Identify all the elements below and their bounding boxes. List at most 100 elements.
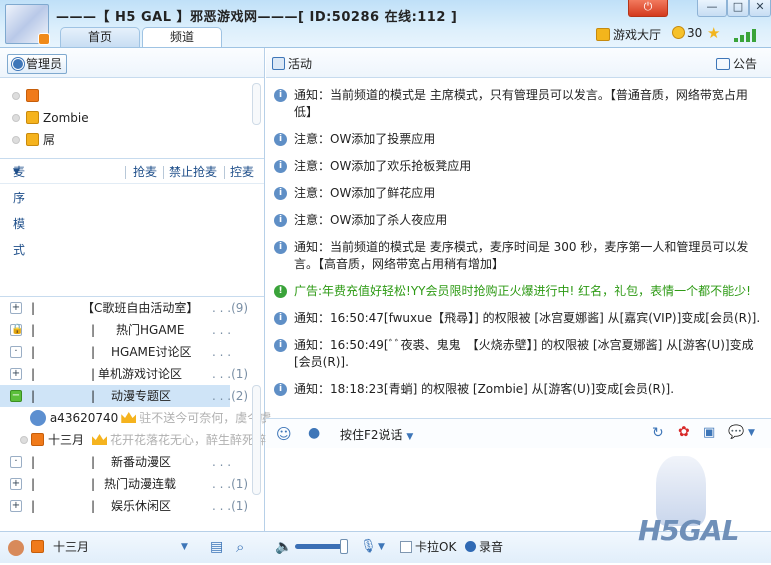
chevron-down-icon[interactable]: ▼	[378, 532, 385, 564]
channel-scrollbar[interactable]	[252, 385, 261, 495]
activity-button[interactable]: 活动	[272, 55, 312, 72]
message-text: 通知：16:50:49[ﾞﾞ夜裘、鬼鬼 【火烧赤壁】] 的权限被 [冰宫夏娜酱]…	[294, 338, 754, 369]
game-lobby-icon	[596, 28, 610, 41]
current-user-name: 十三月	[53, 540, 90, 554]
game-lobby-button[interactable]: 游戏大厅	[596, 26, 661, 43]
status-dot-icon	[12, 92, 20, 100]
notes-icon[interactable]: ▤	[210, 532, 223, 564]
channel-item[interactable]: 🔒 | | 热门HGAME . . .	[0, 319, 255, 341]
status-badge[interactable]	[38, 33, 50, 45]
channel-name: 单机游戏讨论区	[98, 367, 183, 381]
info-icon: i	[274, 133, 287, 146]
channel-item[interactable]: + | 【C歌班自由活动室】 . . .(9)	[0, 297, 255, 319]
user-rank-icon	[26, 133, 39, 146]
channel-tree: + | 【C歌班自由活动室】 . . .(9) 🔒 | | 热门HGAME . . . · | |…	[0, 296, 271, 531]
channel-name: 热门HGAME	[116, 323, 185, 337]
left-pane: 管理员 Zombie 屌 麦序模式 ▼ 抢麦 禁止抢麦 控麦 + | 【C歌班自由活…	[0, 48, 271, 531]
tree-line: |	[31, 455, 36, 469]
speaker-icon[interactable]: 🔈	[275, 532, 292, 564]
volume-knob[interactable]	[340, 539, 348, 554]
expand-icon[interactable]: +	[10, 302, 22, 314]
admin-item[interactable]: 屌	[12, 131, 55, 149]
tree-line: |	[91, 499, 96, 513]
checkbox-box[interactable]	[400, 541, 412, 553]
user-name: a43620740	[49, 411, 119, 425]
coin-counter[interactable]: 30	[672, 26, 702, 40]
announcement-button[interactable]: 公告	[716, 55, 757, 72]
volume-slider[interactable]	[295, 544, 345, 549]
chevron-down-icon[interactable]: ▼	[748, 428, 755, 438]
channel-item[interactable]: · | | HGAME讨论区 . . .	[0, 341, 255, 363]
tree-line: |	[91, 389, 96, 403]
message-text: 通知：当前频道的模式是 主席模式，只有管理员可以发言。【普通音质，网络带宽占用低…	[294, 88, 748, 119]
tab-home[interactable]: 首页	[60, 27, 140, 47]
message-text: 注意：OW添加了投票应用	[294, 132, 436, 146]
speak-mode-label: 按住F2说话	[340, 428, 403, 442]
info-icon: i	[274, 187, 287, 200]
channel-item[interactable]: + | | 单机游戏讨论区. . .(1)	[0, 363, 255, 385]
user-rank-icon	[31, 433, 44, 446]
message-text: 注意：OW添加了鲜花应用	[294, 186, 436, 200]
message-toolbar: ☺ ● 按住F2说话 ▼ ↻ ✿ ▣ 💬 ▼	[266, 418, 771, 448]
title-bar: ———【 H5 GAL 】邪恶游戏网———[ ID:50286 在线:112 ]…	[0, 0, 771, 48]
expand-icon[interactable]: +	[10, 368, 22, 380]
channel-count: . . .	[212, 455, 232, 469]
lock-icon[interactable]: 🔒	[10, 324, 23, 336]
user-avatar[interactable]	[5, 4, 50, 45]
forbid-grab-mic-button[interactable]: 禁止抢麦	[169, 159, 217, 185]
collapse-icon[interactable]: −	[10, 390, 22, 402]
flower-icon[interactable]: ✿	[678, 424, 690, 440]
tree-line: |	[31, 301, 36, 315]
expand-icon[interactable]: ·	[10, 456, 22, 468]
emoji-icon[interactable]: ☺	[276, 425, 292, 443]
admin-button[interactable]: 管理员	[7, 54, 68, 74]
channel-item[interactable]: + | | 热门动漫连载 . . .(1)	[0, 473, 255, 495]
grab-mic-button[interactable]: 抢麦	[133, 159, 157, 185]
channel-user[interactable]: 十三月 花开花落花无心，醉生醉死醉	[20, 429, 266, 451]
tree-line: |	[91, 477, 96, 491]
tab-channel[interactable]: 频道	[142, 27, 222, 48]
bag-icon[interactable]: ▣	[703, 425, 715, 440]
chevron-down-icon[interactable]: ▼	[181, 532, 188, 564]
ad-message[interactable]: ! 广告:年费充值好轻松!YY会员限时抢购正火爆进行中! 红名，礼包，表情一个都不…	[272, 283, 765, 300]
record-button[interactable]: 录音	[465, 532, 503, 564]
close-button[interactable]: ✕	[749, 0, 771, 17]
minimize-button[interactable]: —	[697, 0, 727, 17]
tree-line: |	[91, 323, 96, 337]
tree-line: |	[91, 367, 96, 381]
power-button[interactable]: ⏻	[628, 0, 668, 17]
message-text: 注意：OW添加了杀人夜应用	[294, 213, 448, 227]
tree-line: |	[31, 345, 36, 359]
speak-mode-dropdown[interactable]: 按住F2说话 ▼	[340, 426, 413, 443]
message-item: i 注意：OW添加了欢乐抢板凳应用	[272, 158, 765, 175]
channel-item[interactable]: + | | 娱乐休闲区 . . .(1)	[0, 495, 255, 517]
user-avatar-small[interactable]	[8, 533, 24, 565]
admin-item[interactable]	[12, 87, 43, 105]
mic-muted-icon[interactable]: 🎙	[360, 532, 377, 564]
face-icon[interactable]: ●	[308, 425, 320, 441]
chat-bubble-icon[interactable]: 💬	[728, 425, 744, 440]
info-icon: i	[274, 89, 287, 102]
message-item: i 通知：16:50:49[ﾞﾞ夜裘、鬼鬼 【火烧赤壁】] 的权限被 [冰宫夏娜酱…	[272, 337, 765, 371]
maximize-button[interactable]: □	[727, 0, 749, 17]
message-list: i 通知：当前频道的模式是 主席模式，只有管理员可以发言。【普通音质，网络带宽占用…	[266, 79, 771, 416]
admin-scrollbar[interactable]	[252, 83, 261, 125]
channel-user[interactable]: a43620740 驻不送今可奈何，虞今虞	[30, 407, 271, 429]
channel-item[interactable]: · | | 新番动漫区 . . .	[0, 451, 255, 473]
admin-item[interactable]: Zombie	[12, 109, 89, 127]
channel-item-selected[interactable]: − | | 动漫专题区. . .(2)	[0, 385, 248, 407]
info-icon: i	[274, 214, 287, 227]
status-dot-icon	[12, 136, 20, 144]
tree-line: |	[31, 323, 36, 337]
search-icon[interactable]: ⌕	[236, 532, 244, 564]
refresh-icon[interactable]: ↻	[652, 425, 664, 441]
expand-icon[interactable]: +	[10, 478, 22, 490]
control-mic-button[interactable]: 控麦	[230, 159, 254, 185]
message-text: 注意：OW添加了欢乐抢板凳应用	[294, 159, 472, 173]
star-icon[interactable]: ★	[707, 24, 720, 42]
karaoke-checkbox[interactable]: 卡拉OK	[400, 532, 456, 564]
message-text: 通知：当前频道的模式是 麦序模式，麦序时间是 300 秒，麦序第一人和管理员可以…	[294, 240, 749, 271]
expand-icon[interactable]: ·	[10, 346, 22, 358]
expand-icon[interactable]: +	[10, 500, 22, 512]
channel-name: 【C歌班自由活动室】	[82, 301, 199, 315]
